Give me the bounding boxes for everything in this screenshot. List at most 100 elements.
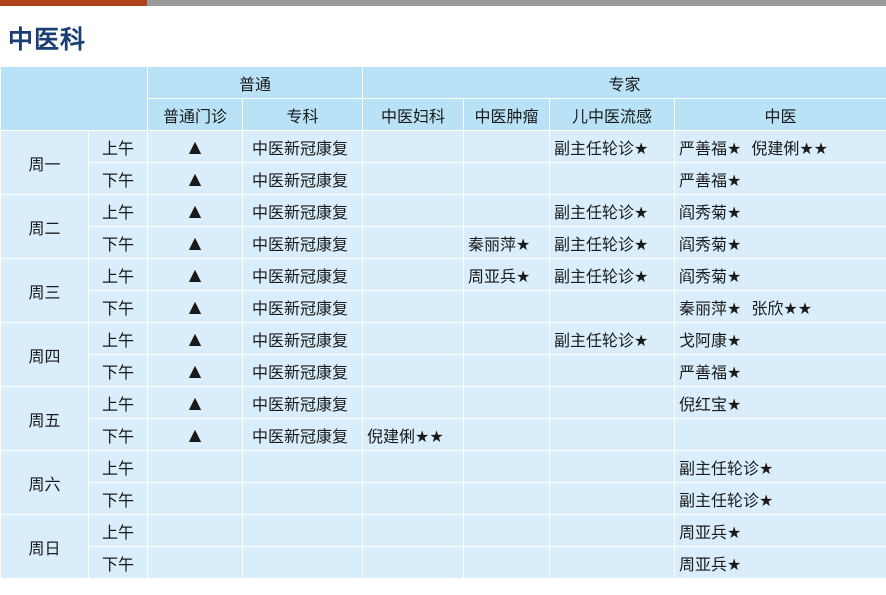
pediatric-flu-cell: 副主任轮诊★ (549, 194, 676, 227)
period-label: 上午 (88, 386, 148, 419)
specialty-cell: 中医新冠康复 (241, 226, 364, 259)
oncology-cell (463, 194, 551, 227)
pediatric-flu-cell: 副主任轮诊★ (549, 322, 676, 355)
general-clinic-mark: ▲ (147, 130, 243, 163)
general-clinic-mark (147, 514, 243, 547)
tcm-cell: 副主任轮诊★ (674, 482, 886, 515)
specialty-cell: 中医新冠康复 (241, 354, 364, 387)
oncology-cell (463, 482, 551, 515)
oncology-cell (463, 514, 551, 547)
general-clinic-mark: ▲ (147, 418, 243, 451)
gynecology-cell (362, 226, 465, 259)
doctor-name: 严善福★ (679, 170, 742, 190)
specialty-cell: 中医新冠康复 (241, 418, 364, 451)
table-row: 周三 上午 ▲ 中医新冠康复 周亚兵★ 副主任轮诊★ 阎秀菊★ (0, 258, 886, 323)
general-clinic-mark (147, 482, 243, 515)
gynecology-cell (362, 386, 465, 419)
table-row: 周日 上午 周亚兵★ (0, 514, 886, 579)
doctor-name: 阎秀菊★ (679, 202, 742, 222)
tcm-cell: 严善福★ 倪建俐★★ (674, 130, 886, 163)
period-label: 上午 (88, 514, 148, 547)
oncology-cell (463, 386, 551, 419)
specialty-cell: 中医新冠康复 (241, 258, 364, 291)
general-clinic-mark: ▲ (147, 322, 243, 355)
specialty-cell: 中医新冠康复 (241, 386, 364, 419)
gynecology-cell (362, 290, 465, 323)
general-clinic-mark (147, 450, 243, 483)
gynecology-cell (362, 258, 465, 291)
general-clinic-mark: ▲ (147, 258, 243, 291)
table-row: 周五 上午 ▲ 中医新冠康复 倪红宝★ (0, 386, 886, 451)
doctor-name: 副主任轮诊★ (679, 490, 774, 510)
oncology-cell (463, 162, 551, 195)
tcm-cell: 秦丽萍★ 张欣★★ (674, 290, 886, 323)
oncology-cell (463, 418, 551, 451)
doctor-name: 倪建俐★★ (751, 138, 829, 158)
tcm-cell: 副主任轮诊★ (674, 450, 886, 483)
pediatric-flu-cell (549, 354, 676, 387)
gynecology-cell (362, 162, 465, 195)
pediatric-flu-cell (549, 418, 676, 451)
period-label: 下午 (88, 546, 148, 579)
specialty-cell: 中医新冠康复 (241, 290, 364, 323)
general-clinic-mark (147, 546, 243, 579)
specialty-cell: 中医新冠康复 (241, 130, 364, 163)
gynecology-cell (362, 450, 465, 483)
gynecology-cell (362, 514, 465, 547)
period-label: 上午 (88, 194, 148, 227)
period-label: 下午 (88, 290, 148, 323)
period-label: 下午 (88, 226, 148, 259)
general-clinic-mark: ▲ (147, 290, 243, 323)
doctor-name: 周亚兵★ (679, 522, 742, 542)
schedule-table: 普通 专家 普通门诊 专科 中医妇科 中医肿瘤 儿中医流感 中医 周一 上午 ▲ 中医… (0, 66, 886, 579)
table-row: 周一 上午 ▲ 中医新冠康复 副主任轮诊★ 严善福★ 倪建俐★★ (0, 130, 886, 195)
day-label: 周日 (0, 514, 89, 579)
table-row: 下午 ▲ 中医新冠康复 倪建俐★★ (1, 418, 886, 451)
doctor-name: 阎秀菊★ (679, 234, 742, 254)
specialty-cell: 中医新冠康复 (241, 194, 364, 227)
oncology-cell (463, 546, 551, 579)
specialty-cell (241, 514, 364, 547)
tcm-cell: 阎秀菊★ (674, 194, 886, 227)
specialty-cell: 中医新冠康复 (241, 322, 364, 355)
pediatric-flu-cell: 副主任轮诊★ (549, 258, 676, 291)
oncology-cell (463, 130, 551, 163)
specialty-cell (241, 546, 364, 579)
pediatric-flu-cell (549, 450, 676, 483)
pediatric-flu-cell (549, 482, 676, 515)
table-row: 下午 ▲ 中医新冠康复 秦丽萍★ 副主任轮诊★ 阎秀菊★ (1, 226, 886, 259)
tcm-cell: 严善福★ (674, 354, 886, 387)
gynecology-cell: 倪建俐★★ (362, 418, 465, 451)
table-row: 下午 ▲ 中医新冠康复 严善福★ (1, 354, 886, 387)
day-label: 周三 (0, 258, 89, 323)
accent-bar-gray (147, 0, 886, 6)
doctor-name: 严善福★ (679, 362, 742, 382)
header-group-expert: 专家 (362, 66, 886, 99)
period-label: 下午 (88, 354, 148, 387)
doctor-name: 秦丽萍★ (679, 298, 742, 318)
pediatric-flu-cell: 副主任轮诊★ (549, 226, 676, 259)
header-col-general: 普通门诊 (147, 98, 243, 131)
doctor-name: 周亚兵★ (679, 554, 742, 574)
table-row: 下午 ▲ 中医新冠康复 秦丽萍★ 张欣★★ (1, 290, 886, 323)
general-clinic-mark: ▲ (147, 226, 243, 259)
schedule-body: 周一 上午 ▲ 中医新冠康复 副主任轮诊★ 严善福★ 倪建俐★★ 下午 ▲ 中医新冠康复 严善福★ 周… (0, 130, 886, 579)
doctor-name: 严善福★ (679, 138, 742, 158)
pediatric-flu-cell (549, 162, 676, 195)
table-row: 周四 上午 ▲ 中医新冠康复 副主任轮诊★ 戈阿康★ (0, 322, 886, 387)
period-label: 下午 (88, 482, 148, 515)
gynecology-cell (362, 130, 465, 163)
doctor-name: 戈阿康★ (679, 330, 742, 350)
header-corner (0, 66, 148, 131)
day-label: 周四 (0, 322, 89, 387)
period-label: 下午 (88, 418, 148, 451)
tcm-cell (674, 418, 886, 451)
period-label: 上午 (88, 130, 148, 163)
gynecology-cell (362, 194, 465, 227)
gynecology-cell (362, 322, 465, 355)
specialty-cell: 中医新冠康复 (241, 162, 364, 195)
period-label: 上午 (88, 322, 148, 355)
general-clinic-mark: ▲ (147, 162, 243, 195)
oncology-cell (463, 450, 551, 483)
header-col-specialty: 专科 (241, 98, 364, 131)
